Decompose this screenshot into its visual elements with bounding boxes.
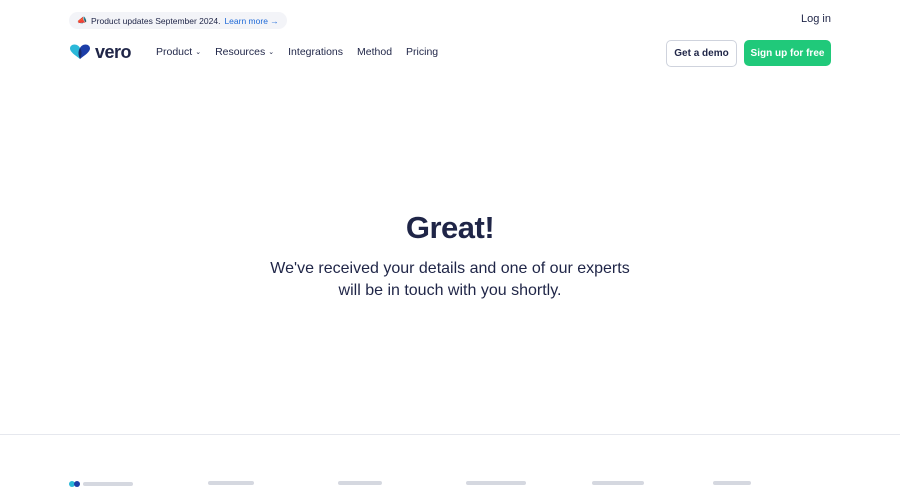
logo-text: vero	[95, 42, 132, 62]
logo-heart-icon	[69, 44, 91, 60]
nav-method-label: Method	[357, 46, 393, 58]
nav-product-label: Product	[156, 46, 193, 58]
nav-pricing[interactable]: Pricing	[406, 46, 438, 58]
footer-column-heading	[338, 481, 382, 485]
announcement-banner[interactable]: 📣 Product updates September 2024. Learn …	[69, 12, 287, 29]
footer-logo	[69, 481, 133, 487]
footer-column-heading	[592, 481, 644, 485]
footer-column-heading	[466, 481, 526, 485]
chevron-down-icon: ⌄	[268, 49, 275, 56]
main-nav: Product ⌄ Resources ⌄ Integrations Metho…	[156, 46, 438, 58]
footer-column-heading	[713, 481, 751, 485]
nav-pricing-label: Pricing	[406, 46, 439, 58]
confirmation-message: We've received your details and one of o…	[270, 260, 630, 299]
nav-integrations-label: Integrations	[288, 46, 344, 58]
login-link[interactable]: Log in	[801, 13, 831, 25]
footer-column-heading	[208, 481, 254, 485]
vero-logo[interactable]: vero	[69, 42, 132, 62]
confirmation-title: Great!	[405, 210, 495, 245]
nav-method[interactable]: Method	[357, 46, 392, 58]
signup-button[interactable]: Sign up for free	[744, 40, 831, 66]
nav-integrations[interactable]: Integrations	[288, 46, 343, 58]
learn-more-link[interactable]: Learn more →	[224, 16, 278, 26]
get-demo-button[interactable]: Get a demo	[666, 40, 737, 67]
chevron-down-icon: ⌄	[195, 49, 202, 56]
nav-resources[interactable]: Resources ⌄	[215, 46, 274, 58]
footer	[0, 434, 900, 487]
nav-resources-label: Resources	[215, 46, 266, 58]
megaphone-icon: 📣	[77, 16, 87, 25]
nav-product[interactable]: Product ⌄	[156, 46, 201, 58]
announcement-text: Product updates September 2024.	[90, 15, 221, 26]
